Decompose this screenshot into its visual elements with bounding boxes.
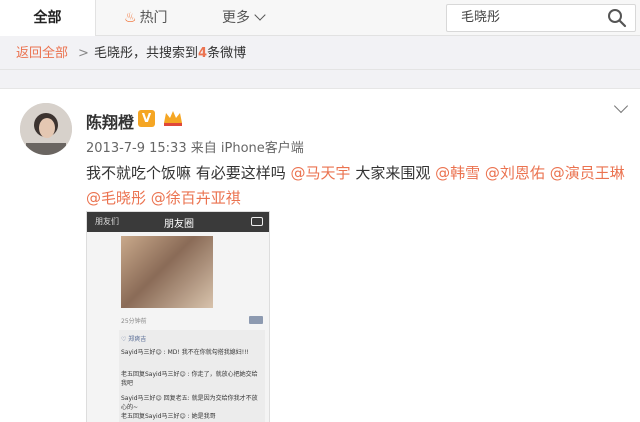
search-input[interactable]: [461, 5, 601, 31]
image-header: 朋友们 朋友圈: [87, 212, 269, 232]
breadcrumb-separator: >: [78, 46, 89, 61]
camera-icon: [251, 217, 263, 226]
summary-suffix: 条微博: [207, 46, 247, 61]
top-nav: 全部 ♨ 热门 更多: [0, 0, 640, 36]
image-comment: Sayid马三好😊 : MD! 我不在你就勾搭我媳妇!!!: [121, 349, 249, 356]
mention[interactable]: @韩雪: [435, 164, 480, 182]
image-comment: 老五回复Sayid马三好😊 : 她是我哥: [121, 413, 216, 420]
mention[interactable]: @演员王琳: [550, 164, 625, 182]
image-comment: 老五回复Sayid马三好😊 : 你走了，就放心把她交给我吧: [121, 371, 258, 387]
tab-hot[interactable]: ♨ 热门: [124, 0, 168, 36]
result-count: 4: [198, 46, 208, 61]
search-result-summary: 毛晓彤，共搜索到4条微博: [94, 37, 246, 70]
mention[interactable]: @刘恩佑: [485, 164, 545, 182]
mention[interactable]: @毛晓彤: [86, 189, 146, 207]
avatar[interactable]: [20, 103, 72, 155]
back-link[interactable]: 返回全部: [16, 37, 68, 70]
vip-badge-icon: V: [138, 110, 155, 127]
avatar-image: [20, 103, 72, 155]
crown-badge-icon: [164, 111, 182, 126]
tab-hot-label: 热门: [139, 10, 168, 26]
tab-more[interactable]: 更多: [222, 0, 266, 36]
username[interactable]: 陈翔橙: [86, 109, 134, 133]
text-part: 大家来围观: [350, 164, 436, 182]
search-icon[interactable]: [607, 8, 627, 28]
post-meta: 2013-7-9 15:33 来自 iPhone客户端: [86, 137, 304, 156]
post-menu-chevron-icon[interactable]: [613, 98, 629, 114]
comment-more-icon: [249, 316, 263, 324]
tab-all[interactable]: 全部: [0, 0, 96, 36]
source: 来自 iPhone客户端: [190, 141, 304, 156]
post-image[interactable]: 朋友们 朋友圈 25分钟前 ♡ 郑爽吉 Sayid马三好😊 : MD! 我不在你…: [86, 211, 270, 422]
search-box: [446, 4, 636, 32]
tab-more-label: 更多: [222, 10, 250, 26]
image-time: 25分钟前: [121, 318, 147, 325]
image-like: ♡ 郑爽吉: [121, 336, 147, 343]
post-text: 我不就吃个饭嘛 有必要这样吗 @马天宇 大家来围观 @韩雪 @刘恩佑 @演员王琳…: [86, 161, 626, 211]
weibo-post: 陈翔橙 V 2013-7-9 15:33 来自 iPhone客户端 我不就吃个饭…: [0, 88, 640, 422]
breadcrumb: 返回全部 > 毛晓彤，共搜索到4条微博: [0, 37, 640, 70]
text-part: 我不就吃个饭嘛 有必要这样吗: [86, 164, 291, 182]
chevron-down-icon: [254, 9, 266, 21]
summary-prefix: 毛晓彤，共搜索到: [94, 46, 199, 61]
image-comment: Sayid马三好😊 回复老五: 就是因为交给你我才不放心的~: [121, 395, 258, 411]
timestamp[interactable]: 2013-7-9 15:33: [86, 141, 187, 156]
flame-icon: ♨: [124, 10, 137, 26]
mention[interactable]: @徐百卉亚祺: [151, 189, 241, 207]
image-photo: [121, 236, 213, 308]
mention[interactable]: @马天宇: [291, 164, 351, 182]
image-title: 朋友圈: [164, 219, 194, 230]
